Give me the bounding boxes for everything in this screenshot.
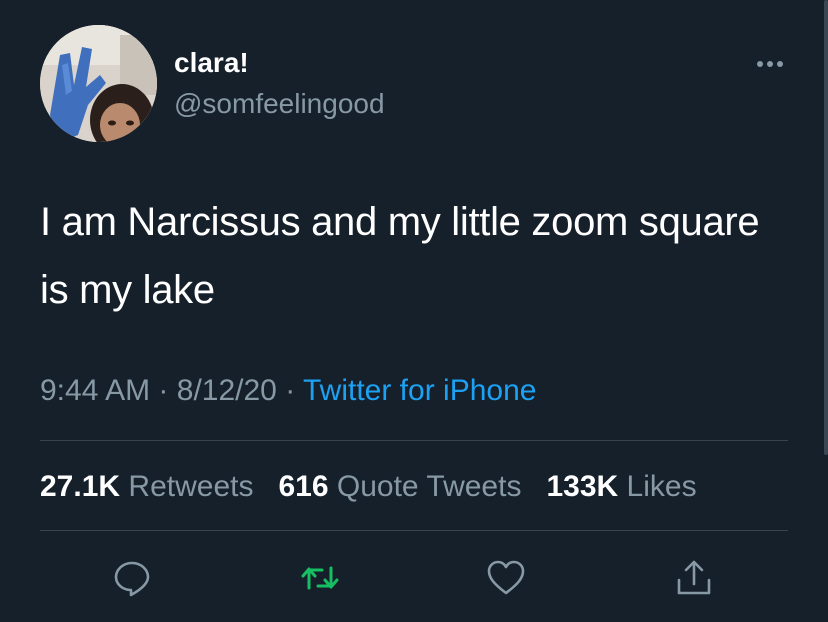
retweets-label: Retweets	[128, 470, 254, 503]
meta-separator: ·	[158, 374, 169, 407]
likes-label: Likes	[626, 470, 697, 503]
share-icon	[677, 560, 711, 595]
share-button[interactable]	[674, 558, 714, 598]
tweet-text: I am Narcissus and my little zoom square…	[40, 200, 760, 312]
tweet-date[interactable]: 8/12/20	[177, 374, 277, 407]
quote-tweets-count: 616	[278, 470, 329, 503]
heart-icon	[487, 560, 525, 595]
divider	[40, 440, 788, 441]
tweet-stats: 27.1K Retweets 616 Quote Tweets 133K Lik…	[40, 468, 697, 506]
more-icon	[757, 61, 783, 67]
avatar[interactable]	[40, 25, 157, 142]
quote-tweets-label: Quote Tweets	[336, 470, 522, 503]
likes-count: 133K	[546, 470, 619, 503]
reply-button[interactable]	[112, 558, 152, 598]
more-options-button[interactable]	[750, 52, 790, 76]
tweet-source-link[interactable]: Twitter for iPhone	[303, 374, 536, 407]
retweets-stat[interactable]: 27.1K Retweets	[40, 470, 253, 503]
divider	[40, 530, 788, 531]
display-name[interactable]: clara!	[174, 46, 249, 80]
retweet-icon	[301, 566, 339, 590]
tweet-metadata: 9:44 AM · 8/12/20 · Twitter for iPhone	[40, 372, 536, 410]
avatar-photo	[40, 25, 157, 142]
tweet-card: clara! @somfeelingood I am Narcissus and…	[0, 0, 828, 622]
likes-stat[interactable]: 133K Likes	[546, 470, 696, 503]
retweets-count: 27.1K	[40, 470, 121, 503]
reply-icon	[114, 561, 150, 597]
meta-separator: ·	[285, 374, 296, 407]
scrollbar[interactable]	[824, 0, 828, 455]
quote-tweets-stat[interactable]: 616 Quote Tweets	[278, 470, 521, 503]
like-button[interactable]	[486, 558, 526, 598]
user-handle[interactable]: @somfeelingood	[174, 87, 385, 121]
tweet-time[interactable]: 9:44 AM	[40, 374, 150, 407]
retweet-button[interactable]	[300, 558, 340, 598]
